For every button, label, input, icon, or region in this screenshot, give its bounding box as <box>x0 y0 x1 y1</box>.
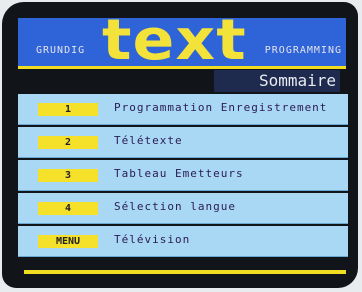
menu-item-programmation[interactable]: 1 Programmation Enregistrement <box>18 94 348 125</box>
teletext-header: GRUNDIG text PROGRAMMING <box>18 8 346 73</box>
main-menu: 1 Programmation Enregistrement 2 Télétex… <box>18 94 348 259</box>
menu-item-label: Sélection langue <box>114 200 236 213</box>
page-title: Sommaire <box>214 70 340 92</box>
menu-key-3[interactable]: 3 <box>38 169 98 182</box>
footer-divider <box>24 270 346 274</box>
menu-key-2[interactable]: 2 <box>38 136 98 149</box>
text-logo: text <box>102 8 247 73</box>
menu-item-teletexte[interactable]: 2 Télétexte <box>18 127 348 158</box>
tv-screen: GRUNDIG text PROGRAMMING Sommaire 1 Prog… <box>2 2 358 288</box>
menu-item-selection-langue[interactable]: 4 Sélection langue <box>18 193 348 224</box>
menu-item-label: Télétexte <box>114 134 183 147</box>
menu-key-4[interactable]: 4 <box>38 202 98 215</box>
mode-label: PROGRAMMING <box>264 45 342 56</box>
menu-item-tableau-emetteurs[interactable]: 3 Tableau Emetteurs <box>18 160 348 191</box>
header-divider <box>18 66 346 69</box>
brand-name: GRUNDIG <box>36 45 86 56</box>
menu-item-television[interactable]: MENU Télévision <box>18 226 348 257</box>
menu-key-1[interactable]: 1 <box>38 103 98 116</box>
menu-key-menu[interactable]: MENU <box>38 235 98 248</box>
menu-item-label: Tableau Emetteurs <box>114 167 244 180</box>
menu-item-label: Programmation Enregistrement <box>114 101 328 114</box>
menu-item-label: Télévision <box>114 233 191 246</box>
